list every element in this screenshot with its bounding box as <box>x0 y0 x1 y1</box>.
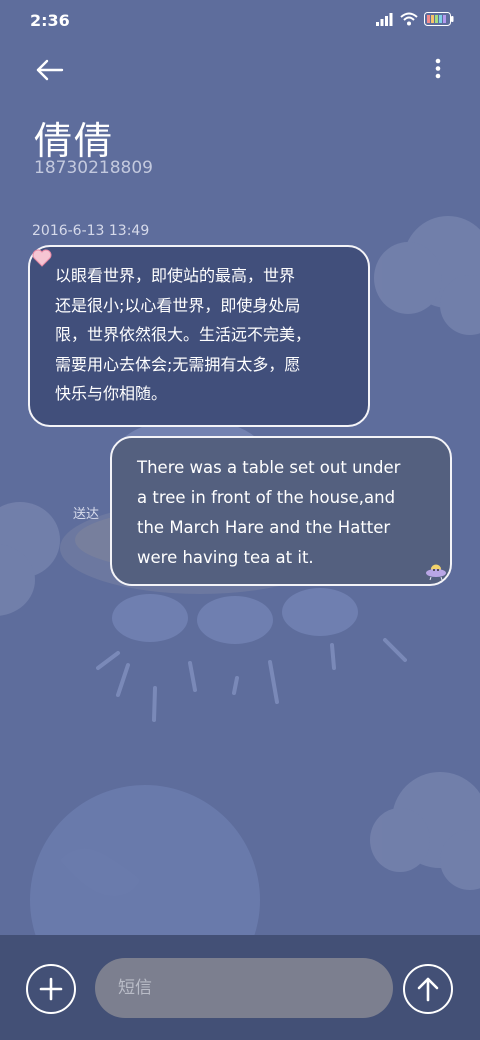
sms-input[interactable] <box>95 958 393 1018</box>
signal-icon <box>376 12 393 26</box>
contact-name: 倩倩 <box>34 119 115 163</box>
arrow-up-icon <box>417 977 439 1002</box>
outgoing-message-bubble[interactable]: There was a table set out under a tree i… <box>110 436 452 586</box>
incoming-message-bubble[interactable]: 以眼看世界，即使站的最高，世界 还是很小;以心看世界，即使身处局 限，世界依然很… <box>28 245 370 427</box>
wifi-icon <box>400 12 418 26</box>
battery-icon <box>424 12 454 26</box>
arrow-left-icon <box>36 59 64 81</box>
message-timestamp: 2016-6-13 13:49 <box>32 223 150 239</box>
back-button[interactable] <box>30 54 70 86</box>
plus-icon <box>39 977 63 1001</box>
status-icons <box>376 12 454 26</box>
status-bar: 2:36 <box>0 0 480 42</box>
top-bar <box>0 50 480 90</box>
contact-phone[interactable]: 18730218809 <box>34 158 153 178</box>
more-vertical-icon <box>435 58 441 79</box>
send-button[interactable] <box>403 964 453 1014</box>
composer-bar <box>0 935 480 1040</box>
outgoing-message-text: There was a table set out under a tree i… <box>137 458 401 567</box>
status-time: 2:36 <box>30 11 70 30</box>
delivery-status: 送达 <box>73 507 100 522</box>
incoming-message-text: 以眼看世界，即使站的最高，世界 还是很小;以心看世界，即使身处局 限，世界依然很… <box>55 266 312 403</box>
more-options-button[interactable] <box>432 56 444 84</box>
heart-icon <box>32 249 52 267</box>
ufo-icon <box>426 564 446 581</box>
add-attachment-button[interactable] <box>26 964 76 1014</box>
